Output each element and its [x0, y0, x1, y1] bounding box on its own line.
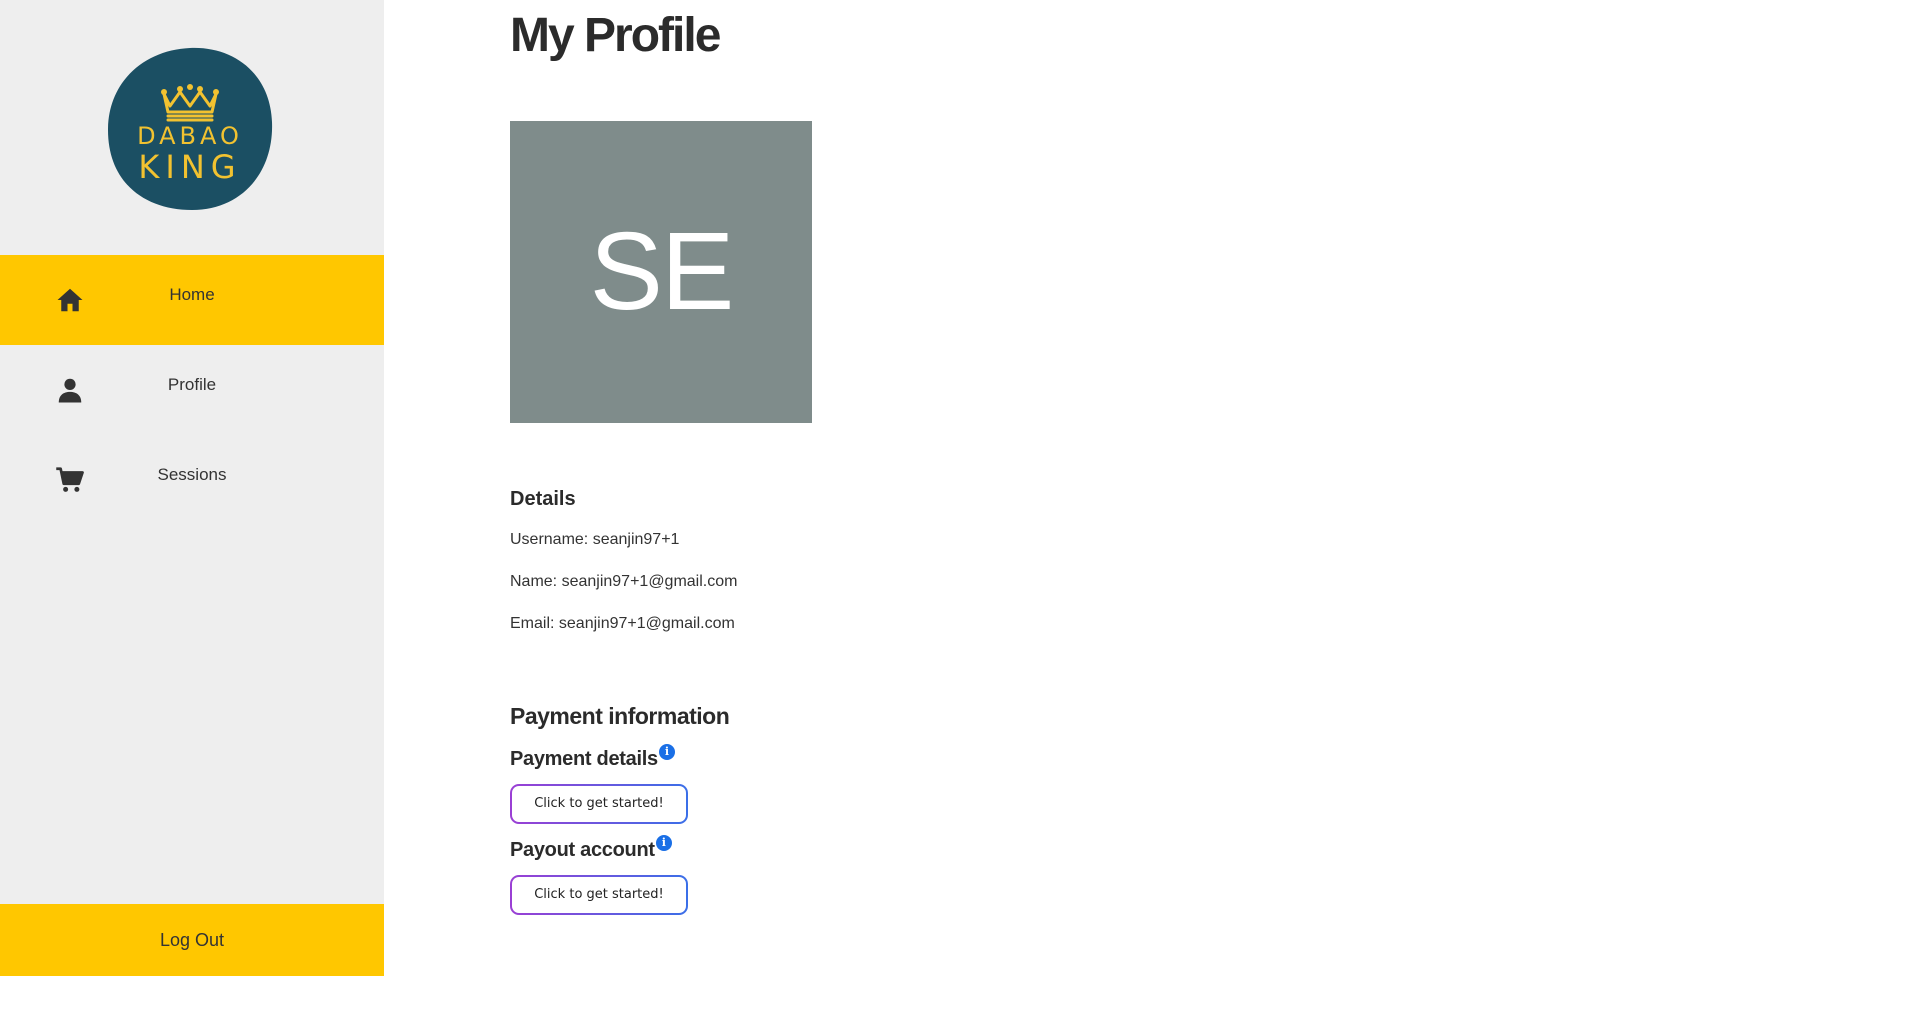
- details-heading: Details: [510, 488, 576, 510]
- logo-line2: KING: [138, 148, 241, 186]
- payout-account-label: Payout account i: [510, 835, 672, 862]
- payout-account-text: Payout account: [510, 839, 655, 861]
- payment-details-text: Payment details: [510, 748, 658, 770]
- payout-account-start-button[interactable]: Click to get started!: [510, 875, 688, 915]
- user-icon: [55, 375, 85, 405]
- dabao-king-logo[interactable]: DABAO KING: [104, 44, 276, 212]
- info-icon[interactable]: i: [658, 744, 675, 760]
- email-text: Email: seanjin97+1@gmail.com: [510, 615, 735, 632]
- payment-info-heading: Payment information: [510, 703, 730, 729]
- name-text: Name: seanjin97+1@gmail.com: [510, 573, 738, 590]
- page-title: My Profile: [510, 9, 721, 62]
- sidebar-item-sessions[interactable]: Sessions: [0, 435, 384, 525]
- logout-button[interactable]: Log Out: [0, 904, 384, 976]
- sidebar-item-label: Profile: [167, 375, 217, 394]
- sidebar: DABAO KING Home Profile Sessions Log Out: [0, 0, 384, 976]
- sidebar-item-label: Sessions: [157, 465, 227, 484]
- username-text: Username: seanjin97+1: [510, 531, 680, 548]
- sidebar-nav: Home Profile Sessions: [0, 255, 384, 525]
- logo-line1: DABAO: [137, 122, 243, 150]
- sidebar-item-label: Home: [169, 285, 215, 304]
- sidebar-item-home[interactable]: Home: [0, 255, 384, 345]
- info-icon[interactable]: i: [655, 835, 672, 851]
- sidebar-item-profile[interactable]: Profile: [0, 345, 384, 435]
- home-icon: [55, 285, 85, 315]
- avatar: SE: [510, 121, 812, 423]
- payment-details-start-button[interactable]: Click to get started!: [510, 784, 688, 824]
- payment-details-label: Payment details i: [510, 744, 675, 771]
- cart-icon: [55, 465, 85, 495]
